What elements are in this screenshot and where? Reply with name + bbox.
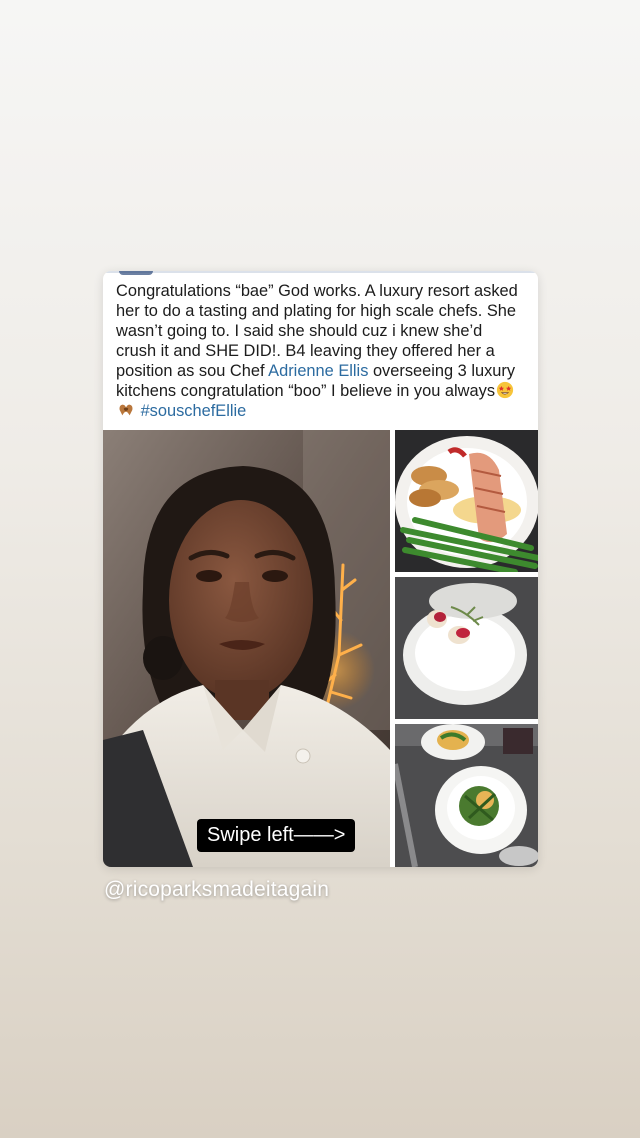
appetizer-plate-illustration bbox=[395, 577, 538, 719]
heart-hands-emoji-icon bbox=[119, 404, 133, 416]
shared-post-card[interactable]: Congratulations “bae” God works. A luxur… bbox=[103, 271, 538, 867]
salmon-plate-photo[interactable] bbox=[395, 430, 538, 572]
photo-grid[interactable]: Swipe left——> bbox=[103, 430, 538, 867]
star-struck-emoji-icon bbox=[496, 381, 514, 399]
story-screen: { "post": { "caption_main": "Congratulat… bbox=[0, 0, 640, 1138]
salmon-plate-illustration bbox=[395, 430, 538, 572]
chef-portrait-illustration bbox=[103, 430, 390, 867]
story-mention-sticker[interactable]: @ricoparksmadeitagain bbox=[104, 878, 329, 902]
kitchen-salad-illustration bbox=[395, 724, 538, 867]
post-header-divider bbox=[103, 271, 538, 273]
hashtag-link[interactable]: #souschefEllie bbox=[141, 402, 247, 420]
avatar-edge bbox=[119, 271, 153, 275]
post-caption: Congratulations “bae” God works. A luxur… bbox=[116, 281, 526, 421]
chef-portrait-photo[interactable] bbox=[103, 430, 390, 867]
swipe-left-label: Swipe left——> bbox=[197, 819, 356, 852]
mention-link[interactable]: Adrienne Ellis bbox=[268, 362, 368, 380]
kitchen-salad-photo[interactable] bbox=[395, 724, 538, 867]
appetizer-plate-photo[interactable] bbox=[395, 577, 538, 719]
